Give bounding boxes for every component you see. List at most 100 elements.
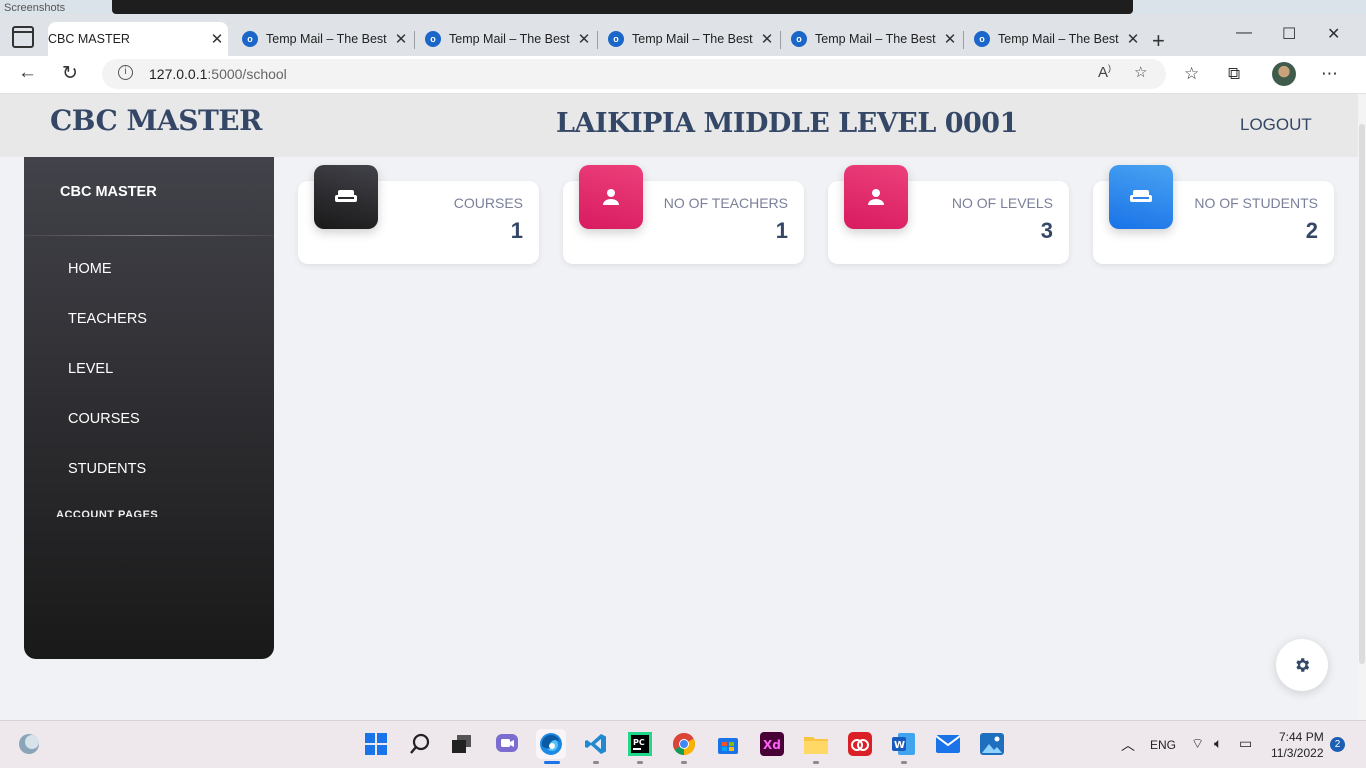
avatar[interactable] [1272, 62, 1296, 86]
info-icon[interactable]: i [118, 65, 133, 80]
add-favorite-icon[interactable]: ☆ [1134, 63, 1147, 81]
new-tab-icon[interactable]: + [1152, 28, 1165, 54]
stat-label: NO OF STUDENTS [1194, 195, 1318, 211]
settings-button[interactable] [1276, 639, 1328, 691]
url-bar[interactable]: i 127.0.0.1:5000/school A) ☆ [102, 59, 1166, 89]
vscode-icon[interactable] [581, 729, 611, 764]
close-icon[interactable]: ✕ [756, 30, 778, 48]
browser-address-bar: ← ↻ i 127.0.0.1:5000/school A) ☆ ☆ ⧉ ⋯ [0, 56, 1366, 94]
back-arrow-icon[interactable]: ← [18, 62, 37, 84]
tab-temp-mail[interactable]: o Temp Mail – The Best ✕ [415, 22, 595, 56]
running-indicator [593, 761, 599, 764]
stat-value: 1 [510, 218, 523, 243]
language-indicator[interactable]: ENG [1150, 738, 1176, 752]
stat-card-teachers: NO OF TEACHERS 1 [563, 165, 804, 264]
stat-card-levels: NO OF LEVELS 3 [828, 165, 1069, 264]
sidebar-item-level[interactable]: LEVEL [68, 361, 113, 377]
svg-text:W: W [894, 740, 905, 751]
stat-value: 3 [1040, 218, 1053, 243]
logout-link[interactable]: LOGOUT [1240, 115, 1312, 135]
taskbar: PC Xd W ︿ ENG ⌔ 🔈︎ ▭ 7:44 PM 11/3/2022 2 [0, 720, 1366, 768]
url-text[interactable]: 127.0.0.1:5000/school [149, 66, 287, 82]
clock-date[interactable]: 11/3/2022 [1271, 746, 1324, 760]
favorites-icon[interactable]: ☆ [1184, 64, 1199, 84]
tab-title: Temp Mail – The Best [449, 32, 570, 46]
tab-cbc-master[interactable]: CBC MASTER ✕ [48, 22, 228, 131]
more-icon[interactable]: ⋯ [1321, 64, 1338, 84]
svg-text:PC: PC [633, 738, 645, 747]
close-icon[interactable]: ✕ [573, 30, 595, 48]
close-icon[interactable]: ✕ [939, 30, 961, 48]
sidebar-item-teachers[interactable]: TEACHERS [68, 311, 147, 327]
close-icon[interactable]: ✕ [206, 30, 228, 48]
stat-card-students: NO OF STUDENTS 2 [1093, 165, 1334, 264]
search-icon[interactable] [405, 729, 435, 759]
show-hidden-icons-icon[interactable]: ︿ [1121, 735, 1135, 755]
outlook-icon: o [974, 31, 990, 47]
battery-icon[interactable]: ▭ [1239, 735, 1252, 752]
start-icon[interactable] [361, 729, 391, 759]
widgets-icon[interactable] [14, 729, 44, 759]
tab-actions-icon[interactable] [12, 26, 34, 48]
sidebar-item-students[interactable]: STUDENTS [68, 461, 146, 477]
tab-temp-mail[interactable]: o Temp Mail – The Best ✕ [781, 22, 961, 56]
task-view-icon[interactable] [447, 729, 477, 759]
chrome-icon[interactable] [669, 729, 699, 764]
wifi-icon[interactable]: ⌔ [1191, 735, 1204, 753]
stat-value: 2 [1305, 218, 1318, 243]
person-icon [844, 165, 908, 229]
sidebar-brand[interactable]: CBC MASTER [60, 184, 157, 200]
file-explorer-icon[interactable] [801, 729, 831, 764]
sidebar: CBC MASTER HOME TEACHERS LEVEL COURSES S… [24, 157, 274, 659]
stat-card-courses: COURSES 1 [298, 165, 539, 264]
sidebar-item-courses[interactable]: COURSES [68, 411, 140, 427]
read-aloud-icon[interactable]: A) [1098, 63, 1111, 81]
scrollbar-thumb[interactable] [1359, 124, 1365, 664]
clock-time[interactable]: 7:44 PM [1279, 730, 1324, 744]
page-scrollbar[interactable] [1358, 94, 1366, 720]
creative-cloud-icon[interactable] [845, 729, 875, 759]
sidebar-section-label: ACCOUNT PAGES [56, 509, 159, 517]
divider [24, 235, 274, 236]
notification-badge[interactable]: 2 [1330, 737, 1345, 752]
browser-tab-bar: CBC MASTER ✕ o Temp Mail – The Best ✕ o … [0, 14, 1366, 131]
tab-temp-mail[interactable]: o Temp Mail – The Best ✕ [964, 22, 1144, 56]
mail-icon[interactable] [933, 729, 963, 759]
running-indicator [813, 761, 819, 764]
refresh-icon[interactable]: ↻ [62, 62, 78, 85]
close-icon[interactable]: ✕ [1122, 30, 1144, 48]
tab-title: Temp Mail – The Best [632, 32, 753, 46]
person-icon [579, 165, 643, 229]
volume-icon[interactable]: 🔈︎ [1214, 735, 1222, 752]
outlook-icon: o [608, 31, 624, 47]
tab-temp-mail[interactable]: o Temp Mail – The Best ✕ [232, 22, 412, 56]
tab-title: CBC MASTER [48, 32, 130, 46]
tab-title: Temp Mail – The Best [266, 32, 387, 46]
tab-temp-mail[interactable]: o Temp Mail – The Best ✕ [598, 22, 778, 56]
store-icon[interactable] [713, 729, 743, 759]
adobe-xd-icon[interactable]: Xd [757, 729, 787, 759]
brand-title: CBC MASTER [50, 104, 262, 137]
photos-icon[interactable] [977, 729, 1007, 759]
sidebar-item-home[interactable]: HOME [68, 261, 112, 277]
teams-chat-icon[interactable] [492, 729, 522, 759]
stat-label: NO OF LEVELS [951, 195, 1053, 211]
word-icon[interactable]: W [889, 729, 919, 764]
maximize-icon[interactable]: ☐ [1282, 24, 1296, 44]
edge-icon[interactable] [536, 729, 566, 764]
pycharm-icon[interactable]: PC [625, 729, 655, 764]
stat-value: 1 [775, 218, 788, 243]
running-indicator [637, 761, 643, 764]
weekend-icon [314, 165, 378, 229]
stat-label: NO OF TEACHERS [663, 195, 788, 211]
minimize-icon[interactable]: — [1236, 24, 1252, 42]
collections-icon[interactable]: ⧉ [1228, 64, 1240, 84]
url-path: :5000/school [207, 66, 287, 82]
background-folder-label: Screenshots [4, 2, 66, 14]
svg-text:Xd: Xd [763, 738, 781, 752]
close-icon[interactable]: ✕ [390, 30, 412, 48]
tab-title: Temp Mail – The Best [998, 32, 1119, 46]
window-close-icon[interactable]: ✕ [1327, 24, 1340, 44]
outlook-icon: o [242, 31, 258, 47]
page-header: CBC MASTER LAIKIPIA MIDDLE LEVEL 0001 LO… [0, 94, 1358, 157]
